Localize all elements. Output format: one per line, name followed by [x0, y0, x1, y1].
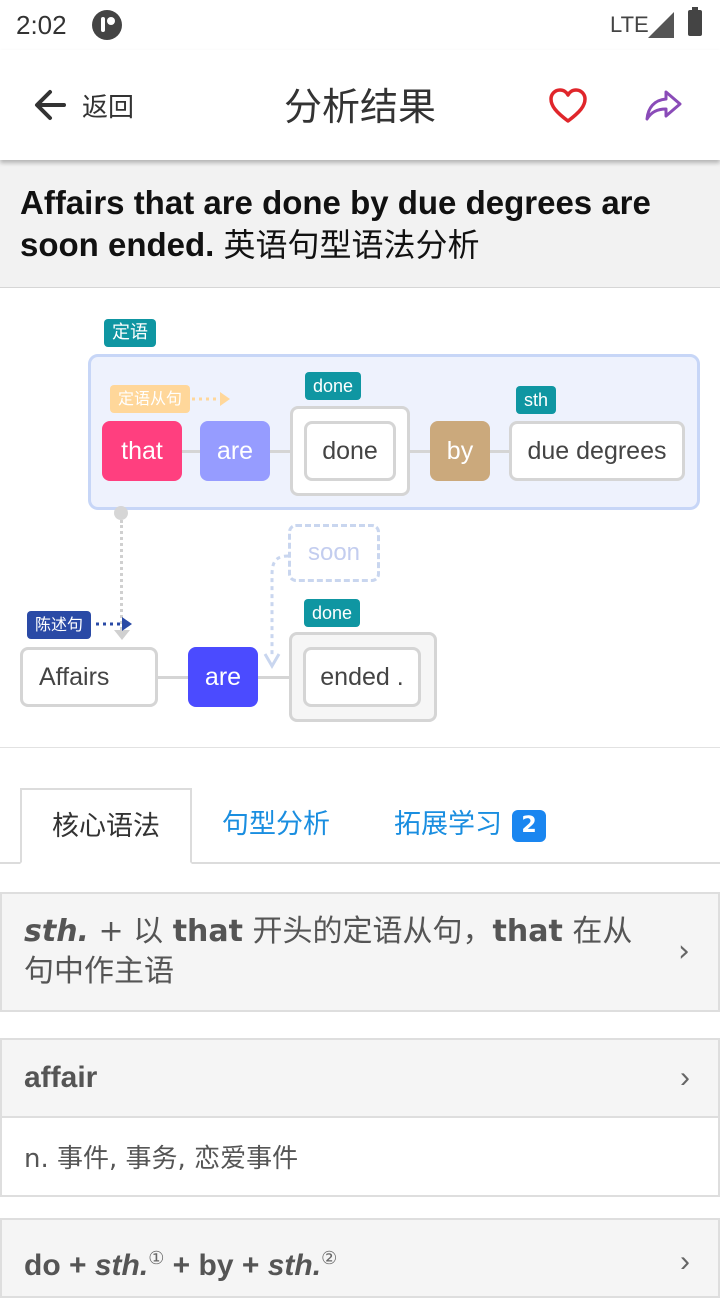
vocab-definition: n. 事件, 事务, 恋爱事件: [2, 1116, 718, 1195]
app-bar: 返回 分析结果: [0, 50, 720, 160]
attributive-tag: 定语: [104, 319, 156, 347]
count-badge: 2: [512, 809, 546, 842]
chevron-right-icon: ›: [678, 934, 690, 969]
word-that[interactable]: that: [102, 421, 182, 481]
tab-extended-learning[interactable]: 拓展学习 2: [394, 788, 546, 864]
chevron-right-icon: ›: [680, 1245, 690, 1278]
grammar-card-title: sth. + 以 that 开头的定语从句，that 在从句中作主语 ›: [24, 914, 690, 989]
word-are-clause[interactable]: are: [200, 421, 270, 481]
clause-type-tag: 定语从句: [110, 385, 191, 413]
sentence-diagram: 定语 定语从句 done sth that are done by due de…: [0, 288, 720, 748]
vocab-card-title: affair ›: [24, 1061, 690, 1094]
tab-core-grammar[interactable]: 核心语法: [20, 788, 192, 864]
word-ended[interactable]: ended .: [303, 647, 421, 707]
chevron-right-icon: ›: [680, 1061, 690, 1094]
status-bar: 2:02 LTE: [0, 0, 720, 50]
link-dot: [114, 506, 128, 520]
battery-icon: [688, 7, 702, 36]
heart-icon[interactable]: [546, 84, 590, 128]
sentence-type-tag: 陈述句: [27, 611, 92, 639]
share-icon[interactable]: [642, 84, 686, 128]
connector: [256, 676, 292, 679]
grammar-card-3[interactable]: do + sth.① + by + sth.② ›: [0, 1218, 720, 1298]
vocab-card-affair[interactable]: affair › n. 事件, 事务, 恋爱事件: [0, 1038, 720, 1197]
grammar-card-1[interactable]: sth. + 以 that 开头的定语从句，that 在从句中作主语 ›: [0, 892, 720, 1012]
sentence-suffix: 英语句型语法分析: [223, 226, 480, 264]
connector: [156, 676, 190, 679]
word-due-degrees[interactable]: due degrees: [509, 421, 685, 481]
app-notification-icon: [92, 10, 122, 40]
word-done[interactable]: done: [304, 421, 396, 481]
tab-extended-label: 拓展学习: [394, 809, 502, 840]
word-affairs[interactable]: Affairs: [20, 647, 158, 707]
word-are-main[interactable]: are: [188, 647, 258, 707]
word-soon[interactable]: soon: [288, 524, 380, 582]
tab-sentence-analysis[interactable]: 句型分析: [222, 788, 330, 864]
sth-tag: sth: [516, 386, 557, 414]
signal-icon: [648, 12, 674, 38]
status-time: 2:02: [16, 10, 67, 40]
page-title: 分析结果: [283, 85, 436, 129]
word-by[interactable]: by: [430, 421, 490, 481]
done-tag-clause: done: [305, 372, 362, 400]
dotted-arrow-icon: [192, 392, 230, 406]
tab-bar: 核心语法 句型分析 拓展学习 2: [0, 788, 720, 864]
network-type: LTE: [610, 12, 649, 37]
done-tag-main: done: [304, 599, 361, 627]
sentence-text: Affairs that are done by due degrees are…: [20, 184, 651, 264]
sentence-header: Affairs that are done by due degrees are…: [0, 160, 720, 288]
dotted-arrow-icon: [96, 617, 132, 631]
grammar-pattern-title: do + sth.① + by + sth.② ›: [24, 1245, 690, 1283]
